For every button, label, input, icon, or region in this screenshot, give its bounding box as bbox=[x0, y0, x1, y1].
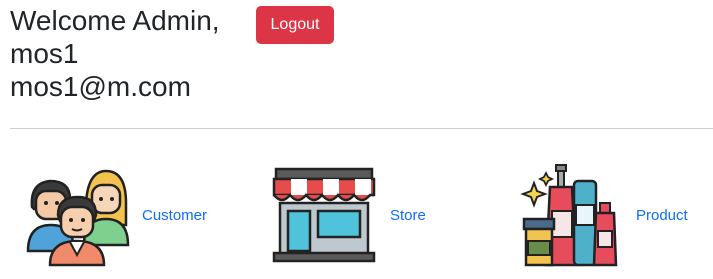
email-text: mos1@m.com bbox=[10, 71, 191, 102]
product-link[interactable]: Product bbox=[636, 207, 688, 224]
welcome-text: Welcome Admin, bbox=[10, 5, 220, 36]
menu-item-store[interactable]: Store bbox=[270, 160, 426, 270]
logout-button[interactable]: Logout bbox=[256, 6, 334, 44]
store-icon[interactable] bbox=[270, 165, 378, 265]
menu-item-customer[interactable]: Customer bbox=[26, 160, 207, 270]
username-text: mos1 bbox=[10, 38, 79, 69]
divider bbox=[10, 128, 713, 129]
store-link[interactable]: Store bbox=[390, 207, 426, 224]
welcome-block: Welcome Admin, mos1 mos1@m.com bbox=[10, 4, 220, 103]
products-icon[interactable] bbox=[520, 161, 624, 269]
customers-icon[interactable] bbox=[26, 163, 130, 267]
menu-item-product[interactable]: Product bbox=[520, 160, 688, 270]
customer-link[interactable]: Customer bbox=[142, 207, 207, 224]
